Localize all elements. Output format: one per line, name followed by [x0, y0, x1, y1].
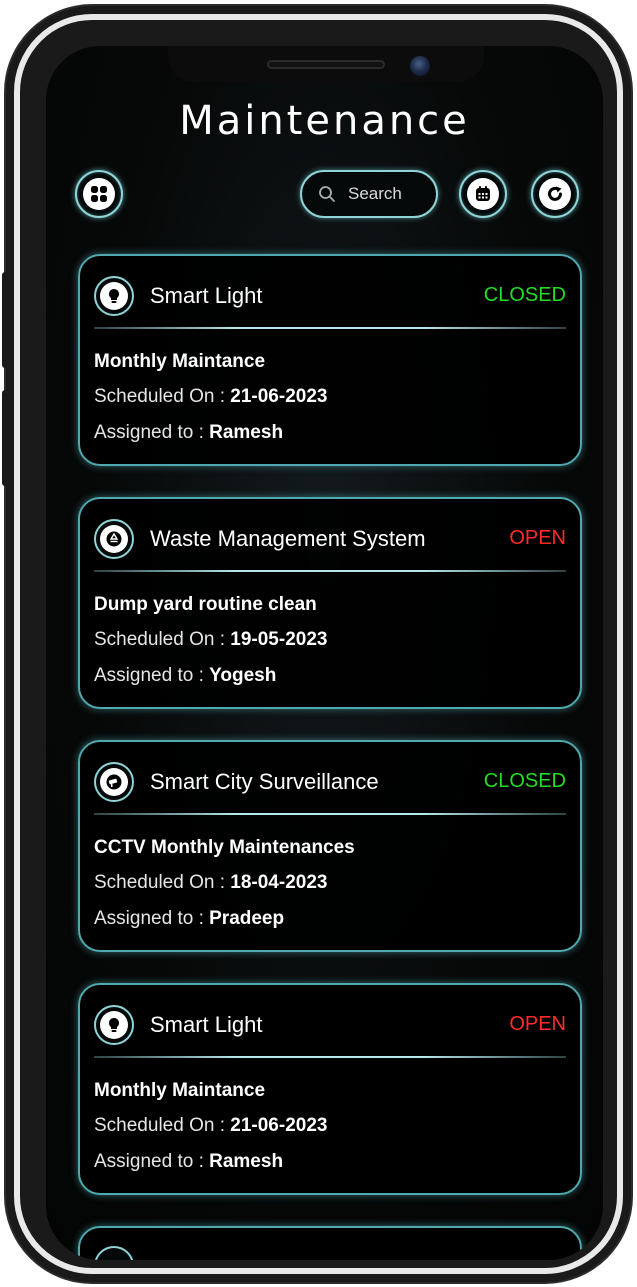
- page-title: Maintenance: [179, 98, 470, 144]
- search-placeholder: Search: [348, 184, 402, 203]
- side-button-volume-up: [2, 272, 10, 368]
- camera: [410, 56, 430, 76]
- status-badge: OPEN: [509, 1013, 566, 1035]
- maintenance-card[interactable]: Smart City Surveillance CLOSED CCTV Mont…: [78, 740, 582, 952]
- card-icon-partial: [94, 1246, 134, 1260]
- refresh-icon: [539, 178, 571, 210]
- scheduled-row: Scheduled On : 21-06-2023: [94, 386, 327, 408]
- scheduled-date: 18-04-2023: [230, 872, 328, 893]
- assigned-row: Assigned to : Yogesh: [94, 665, 276, 687]
- lightbulb-icon: [94, 276, 134, 316]
- task-name: Monthly Maintance: [94, 1080, 266, 1101]
- app-screen: Maintenance Search Smart Light CLOSED Mo…: [46, 46, 603, 1260]
- scheduled-date: 21-06-2023: [230, 1115, 328, 1136]
- maintenance-card[interactable]: Waste Management System OPEN Dump yard r…: [78, 497, 582, 709]
- card-title: Smart Light: [150, 1012, 263, 1037]
- maintenance-card[interactable]: Smart Light CLOSED Monthly Maintance Sch…: [78, 254, 582, 466]
- task-name: Monthly Maintance: [94, 351, 266, 372]
- card-divider: [94, 327, 566, 329]
- assigned-label: Assigned to :: [94, 422, 210, 443]
- card-title: Smart City Surveillance: [150, 769, 379, 794]
- assigned-label: Assigned to :: [94, 908, 210, 929]
- search-input[interactable]: Search: [300, 170, 438, 218]
- assigned-row: Assigned to : Ramesh: [94, 1151, 283, 1173]
- maintenance-card-partial[interactable]: [78, 1226, 582, 1260]
- calendar-button[interactable]: [459, 170, 507, 218]
- scheduled-row: Scheduled On : 18-04-2023: [94, 872, 327, 894]
- scheduled-label: Scheduled On :: [94, 1115, 231, 1136]
- scheduled-label: Scheduled On :: [94, 629, 231, 650]
- side-button-volume-down: [2, 390, 10, 486]
- speaker: [267, 60, 385, 69]
- card-divider: [94, 813, 566, 815]
- card-divider: [94, 570, 566, 572]
- assigned-label: Assigned to :: [94, 1151, 210, 1172]
- assignee-name: Pradeep: [209, 908, 285, 929]
- recycle-icon: [94, 519, 134, 559]
- status-badge: OPEN: [509, 527, 566, 549]
- assigned-label: Assigned to :: [94, 665, 210, 686]
- scheduled-label: Scheduled On :: [94, 872, 231, 893]
- scheduled-row: Scheduled On : 19-05-2023: [94, 629, 327, 651]
- assignee-name: Yogesh: [209, 665, 277, 686]
- lightbulb-icon: [94, 1005, 134, 1045]
- scheduled-date: 21-06-2023: [230, 386, 328, 407]
- status-badge: CLOSED: [483, 284, 566, 306]
- task-name: Dump yard routine clean: [94, 594, 317, 615]
- assignee-name: Ramesh: [209, 1151, 284, 1172]
- search-icon: [319, 186, 335, 202]
- assigned-row: Assigned to : Pradeep: [94, 908, 284, 930]
- grid-icon: [83, 178, 115, 210]
- assignee-name: Ramesh: [209, 422, 284, 443]
- calendar-icon: [467, 178, 499, 210]
- card-divider: [94, 1056, 566, 1058]
- scheduled-label: Scheduled On :: [94, 386, 231, 407]
- card-title: Waste Management System: [150, 526, 426, 551]
- maintenance-card[interactable]: Smart Light OPEN Monthly Maintance Sched…: [78, 983, 582, 1195]
- assigned-row: Assigned to : Ramesh: [94, 422, 283, 444]
- scheduled-date: 19-05-2023: [230, 629, 328, 650]
- cctv-icon: [94, 762, 134, 802]
- scheduled-row: Scheduled On : 21-06-2023: [94, 1115, 327, 1137]
- task-name: CCTV Monthly Maintenances: [94, 837, 355, 858]
- status-badge: CLOSED: [483, 770, 566, 792]
- menu-button[interactable]: [75, 170, 123, 218]
- refresh-button[interactable]: [531, 170, 579, 218]
- card-title: Smart Light: [150, 283, 263, 308]
- notch: [168, 46, 484, 82]
